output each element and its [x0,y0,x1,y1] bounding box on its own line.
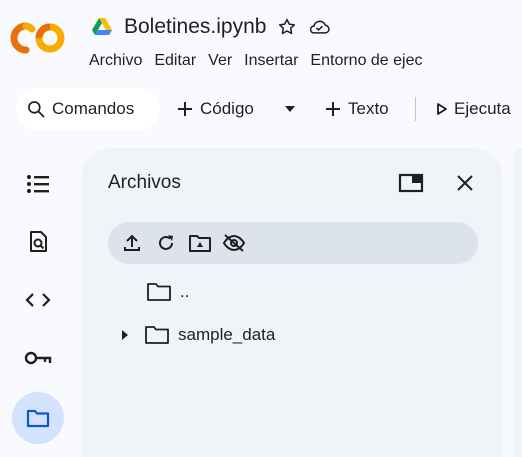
upload-icon[interactable] [120,231,144,255]
find-in-document-icon[interactable] [12,216,64,268]
add-text-button[interactable]: Texto [324,88,389,130]
commands-label: Comandos [52,99,135,118]
file-tree-row[interactable]: .. [146,282,189,302]
expand-arrow-icon[interactable] [120,329,130,341]
folder-icon [145,326,169,344]
google-drive-icon[interactable] [92,18,112,36]
star-icon[interactable] [276,16,298,38]
search-icon [28,101,45,118]
hide-files-icon[interactable] [222,231,246,255]
mount-drive-icon[interactable] [188,231,212,255]
code-icon[interactable] [12,274,64,326]
refresh-icon[interactable] [154,231,178,255]
notebook-toolbar: Comandos Código Texto Ejecuta [0,88,522,130]
commands-button[interactable]: Comandos [16,88,160,130]
files-panel-title: Archivos [108,172,181,193]
folder-icon [147,283,171,301]
run-all-button[interactable]: Ejecuta [436,88,511,130]
plus-icon [326,102,340,116]
notebook-edge [514,148,522,457]
play-icon [437,103,447,115]
menu-editar[interactable]: Editar [154,52,206,70]
close-icon[interactable] [450,168,480,198]
table-of-contents-icon[interactable] [12,158,64,210]
file-tree-label: .. [180,282,190,301]
key-icon[interactable] [12,332,64,384]
add-code-button[interactable]: Código [176,88,254,130]
caret-down-icon [285,106,295,112]
code-options-dropdown[interactable] [284,88,296,130]
menu-ver[interactable]: Ver [208,52,242,70]
add-code-label: Código [200,99,254,118]
menu-insertar[interactable]: Insertar [244,52,308,70]
cloud-saved-icon[interactable] [308,16,331,38]
file-tree-row[interactable]: sample_data [120,325,275,345]
files-panel: Archivos .. sample_data [82,148,502,457]
menu-archivo[interactable]: Archivo [89,52,152,70]
toolbar-divider [415,97,416,121]
notebook-title[interactable]: Boletines.ipynb [124,15,266,39]
folder-icon[interactable] [12,392,64,444]
menu-bar: Archivo Editar Ver Insertar Entorno de e… [89,52,435,70]
run-all-label: Ejecuta [454,99,511,118]
plus-icon [178,102,192,116]
add-text-label: Texto [348,99,389,118]
colab-logo[interactable] [10,22,68,54]
side-rail [0,148,78,457]
file-tree-label: sample_data [178,325,276,344]
menu-entorno[interactable]: Entorno de ejec [310,52,432,70]
open-in-tab-icon[interactable] [396,168,426,198]
title-row: Boletines.ipynb [92,12,331,42]
files-toolbar [108,222,478,264]
